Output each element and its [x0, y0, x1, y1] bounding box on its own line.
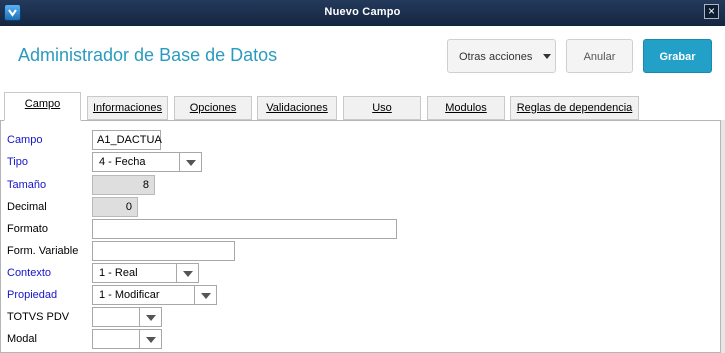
page-header: Administrador de Base de Datos Otras acc… — [0, 26, 725, 86]
tab-modulos[interactable]: Modulos — [427, 96, 505, 120]
decimal-label: Decimal — [7, 201, 47, 213]
campo-field[interactable]: A1_DACTUA — [92, 130, 162, 150]
propiedad-label: Propiedad — [7, 289, 58, 301]
formato-field[interactable] — [92, 219, 397, 239]
more-actions-label: Otras acciones — [459, 51, 533, 63]
tab-opciones[interactable]: Opciones — [174, 96, 252, 120]
tab-label: Informaciones — [92, 102, 163, 114]
chevron-down-icon[interactable] — [194, 286, 216, 304]
campo-label: Campo — [7, 134, 43, 146]
save-button[interactable]: Grabar — [643, 39, 712, 73]
tab-label: Opciones — [189, 102, 237, 114]
tab-uso[interactable]: Uso — [343, 96, 421, 120]
form-variable-row: Form. Variable — [1, 241, 721, 261]
tipo-select[interactable]: 4 - Fecha — [92, 152, 202, 172]
propiedad-value: 1 - Modificar — [99, 289, 160, 301]
form-panel: Campo A1_DACTUA Tipo 4 - Fecha Tamaño 8 … — [0, 120, 721, 353]
window-title: Nuevo Campo — [324, 6, 401, 18]
tamano-label: Tamaño — [7, 179, 47, 191]
close-icon[interactable]: × — [704, 4, 719, 19]
tipo-value: 4 - Fecha — [99, 156, 146, 168]
tab-label: Modulos — [445, 102, 487, 114]
chevron-down-icon[interactable] — [139, 308, 161, 326]
form-variable-label: Form. Variable — [7, 245, 79, 257]
campo-row: Campo A1_DACTUA — [1, 130, 721, 150]
tab-bar: Campo Informaciones Opciones Validacione… — [0, 86, 725, 121]
tab-label: Validaciones — [266, 102, 328, 114]
tab-campo[interactable]: Campo — [4, 92, 81, 121]
modal-select[interactable] — [92, 329, 162, 349]
tab-label: Reglas de dependencia — [516, 102, 633, 114]
page-title: Administrador de Base de Datos — [18, 45, 278, 65]
more-actions-button[interactable]: Otras acciones — [447, 39, 556, 73]
propiedad-row: Propiedad 1 - Modificar — [1, 285, 721, 305]
tab-informaciones[interactable]: Informaciones — [87, 96, 168, 120]
contexto-row: Contexto 1 - Real — [1, 263, 721, 283]
chevron-down-icon[interactable] — [179, 153, 201, 171]
tamano-field[interactable]: 8 — [92, 175, 155, 195]
window-titlebar: Nuevo Campo × — [0, 0, 725, 26]
modal-row: Modal — [1, 329, 721, 349]
tab-label: Uso — [372, 102, 392, 114]
chevron-down-icon — [543, 54, 551, 59]
formato-row: Formato — [1, 219, 721, 239]
chevron-down-icon[interactable] — [139, 330, 161, 348]
tipo-label: Tipo — [7, 156, 28, 168]
totvs-pdv-label: TOTVS PDV — [7, 311, 70, 323]
totvs-pdv-row: TOTVS PDV — [1, 307, 721, 327]
tab-validaciones[interactable]: Validaciones — [257, 96, 337, 120]
propiedad-select[interactable]: 1 - Modificar — [92, 285, 217, 305]
contexto-select[interactable]: 1 - Real — [92, 263, 199, 283]
vertical-scrollbar[interactable] — [721, 120, 725, 353]
decimal-row: Decimal 0 — [1, 197, 721, 217]
contexto-value: 1 - Real — [99, 267, 138, 279]
totvs-pdv-select[interactable] — [92, 307, 162, 327]
chevron-down-icon[interactable] — [176, 264, 198, 282]
form-variable-field[interactable] — [92, 241, 235, 261]
tab-reglas-de-dependencia[interactable]: Reglas de dependencia — [510, 96, 639, 120]
modal-label: Modal — [7, 333, 37, 345]
tab-label: Campo — [24, 98, 61, 110]
formato-label: Formato — [7, 223, 48, 235]
tamano-row: Tamaño 8 — [1, 175, 721, 195]
contexto-label: Contexto — [7, 267, 52, 279]
cancel-button[interactable]: Anular — [566, 39, 633, 73]
decimal-field[interactable]: 0 — [92, 197, 138, 217]
tipo-row: Tipo 4 - Fecha — [1, 152, 721, 172]
